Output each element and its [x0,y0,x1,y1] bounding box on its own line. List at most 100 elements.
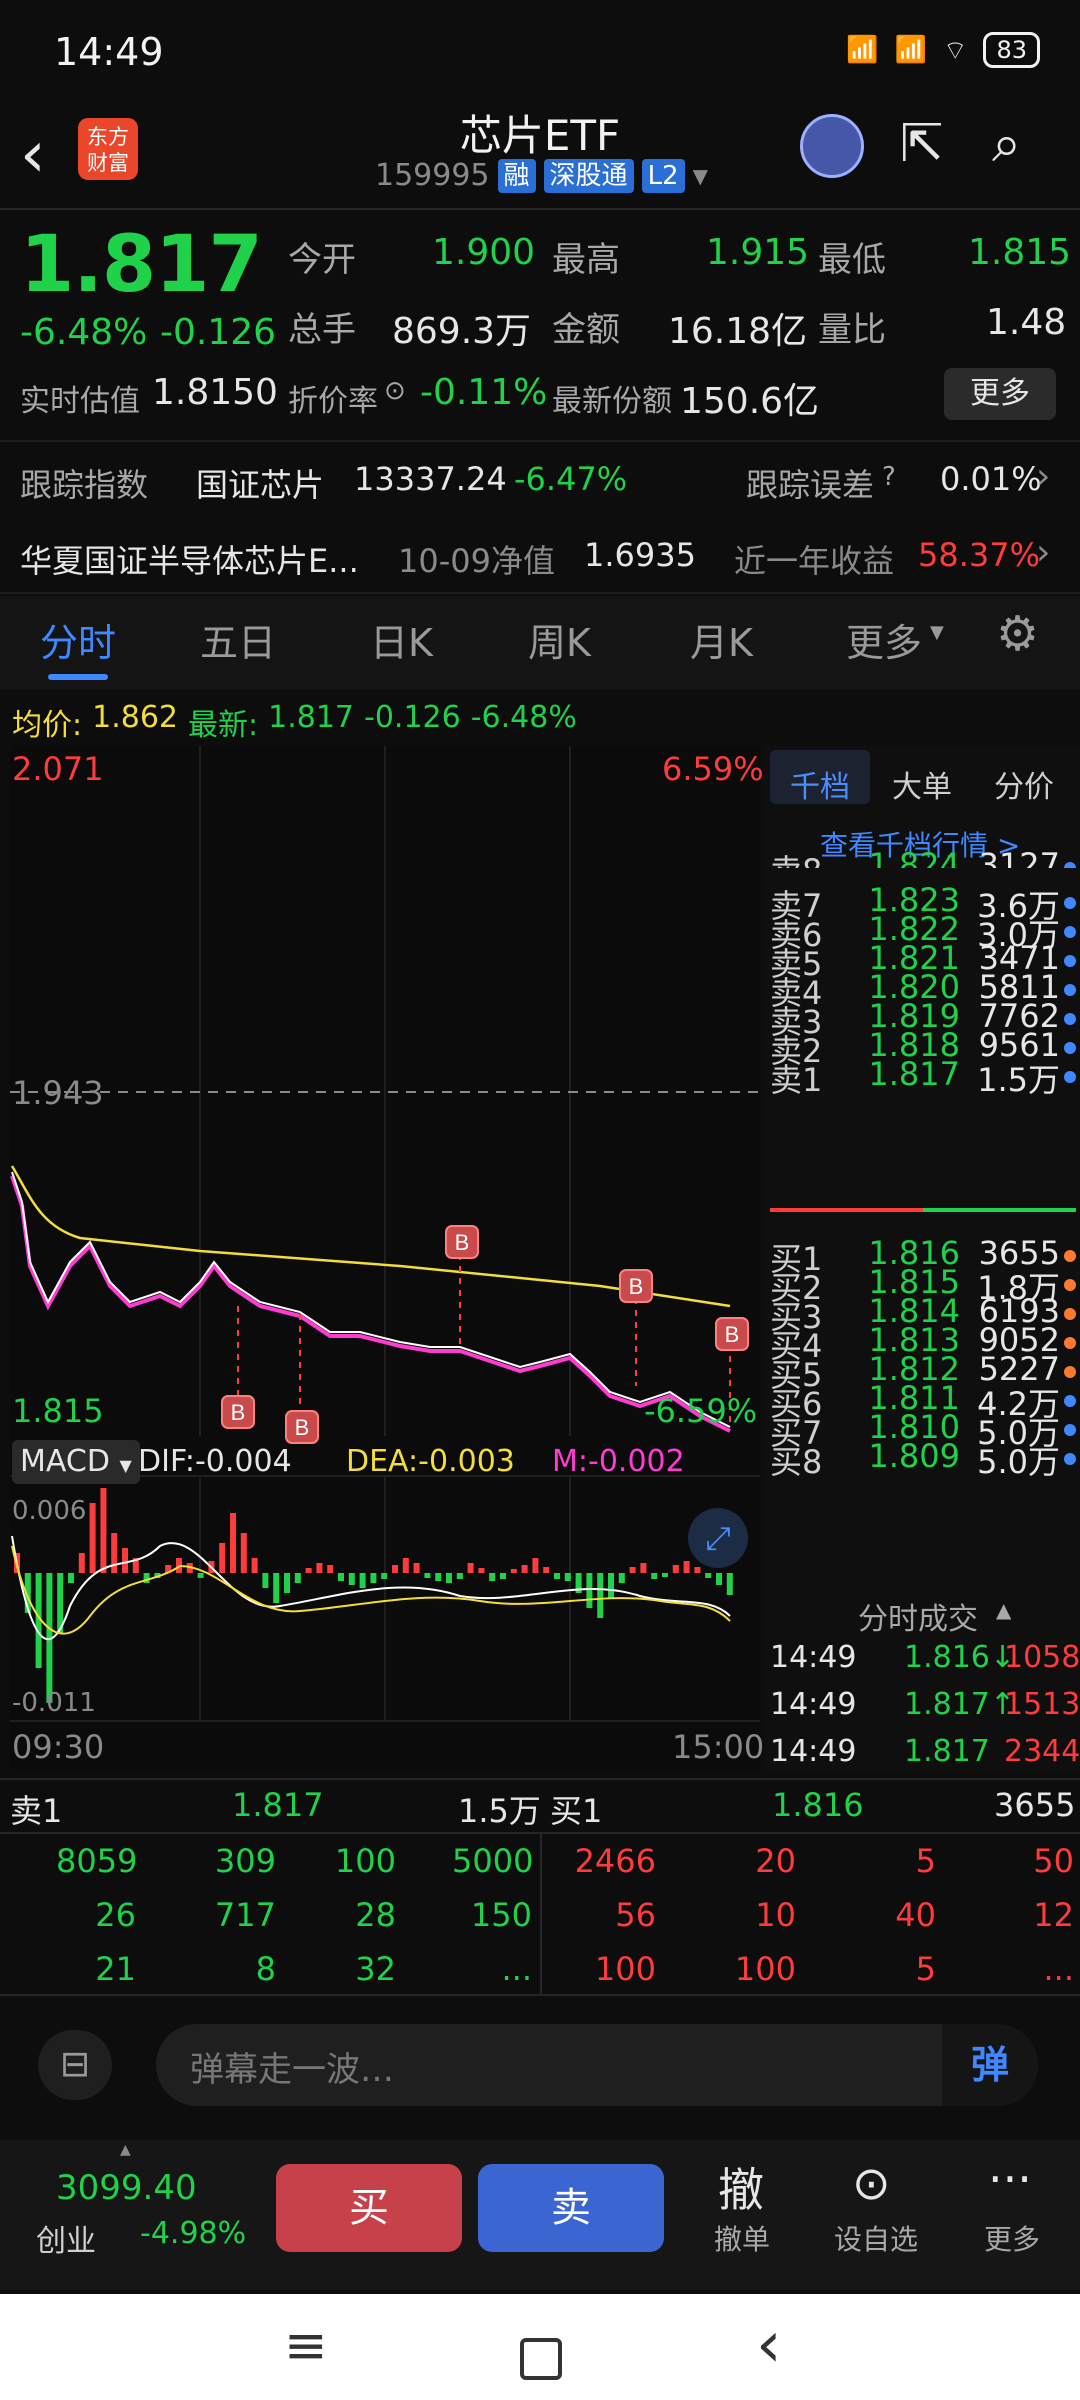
status-bar: 14:49 📶 📶 ⌔ 83 [0,0,1080,108]
queue-sell-cell: 5000 [452,1842,534,1880]
macd-bar [262,1573,269,1588]
sell-order-row[interactable]: 卖1 1.817 1.5万 [770,1055,1076,1101]
macd-bar [629,1567,636,1573]
intraday-chart[interactable]: B B B B B [0,746,760,1770]
tracking-error-value[interactable]: 0.01% [940,460,1042,498]
avg-price: 1.862 [92,700,178,735]
queue-sell-cell: 21 [95,1950,136,1988]
marker-label: B [629,1274,644,1299]
stock-code-line[interactable]: 159995 融 深股通 L2 ▼ [375,158,708,193]
queue-sell-cell: 32 [355,1950,396,1988]
more-info-icon[interactable]: ⊙ [384,376,406,406]
tab-five-day[interactable]: 五日 [200,612,276,667]
macd-bar [716,1573,722,1585]
macd-bar [111,1533,118,1573]
danmu-input[interactable]: 弹幕走一波… 弹 [156,2024,1038,2106]
tab-monthly-k[interactable]: 月K [690,612,753,667]
queue-buy-cell: 2466 [574,1842,656,1880]
search-icon[interactable]: ⌕ [992,114,1021,175]
more-label[interactable]: 更多 [984,2218,1040,2258]
macd-bar [392,1565,398,1573]
more-button[interactable]: 更多 [944,368,1056,420]
fund-name[interactable]: 华夏国证半导体芯片E... [20,536,359,582]
danmu-settings-icon[interactable]: ⊟ [38,2030,112,2100]
more-icon[interactable]: ··· [988,2152,1032,2206]
tab-weekly-k[interactable]: 周K [528,612,591,667]
open-value: 1.900 [432,232,536,273]
back-nav-icon[interactable]: ‹ [756,2308,782,2382]
add-watchlist-label[interactable]: 设自选 [834,2218,918,2258]
intraday-summary: 均价: 1.862 最新: 1.817 -0.126 -6.48% [12,700,577,743]
cancel-order-icon[interactable]: 撤 [718,2154,764,2220]
queue-sell-cell: 8 [255,1950,276,1988]
tag-l2: L2 [641,158,685,193]
trades-title[interactable]: 分时成交 [858,1594,978,1638]
chevron-right-icon[interactable]: › [1036,456,1050,497]
system-nav-bar: ≡ ‹ [0,2294,1080,2400]
order-dot-icon [1064,1395,1076,1407]
macd-bar [370,1573,377,1583]
nav-label: 10-09净值 [398,542,555,580]
latest-change: -0.126 [364,700,461,735]
home-icon[interactable] [520,2338,562,2380]
battery-icon: 83 [983,32,1040,68]
macd-bar [446,1573,452,1583]
high-label: 最高 [552,240,620,280]
change-value: -0.126 [160,312,277,353]
assistant-avatar-icon[interactable] [800,114,864,178]
tab-large-orders[interactable]: 大单 [892,762,952,806]
macd-bar [68,1573,74,1583]
tab-more[interactable]: 更多 [846,612,922,667]
queue-buy-cell: 100 [594,1950,656,1988]
header: ‹ 东方 财富 芯片ETF 159995 融 深股通 L2 ▼ ⇱ ⌕ [0,108,1080,208]
macd-bar [651,1573,658,1579]
queue-sell-cell: 309 [214,1842,276,1880]
danmu-toggle-button[interactable]: 弹 [942,2024,1038,2106]
macd-bar [359,1573,366,1588]
order-volume: 1.5万 [977,1061,1060,1099]
queue-buy-cell: 5 [915,1842,936,1880]
tracking-index-value: 13337.24 [354,460,507,498]
tracking-index-name[interactable]: 国证芯片 [196,460,324,506]
macd-bar [230,1513,236,1573]
buy-order-row[interactable]: 买8 1.809 5.0万 [770,1437,1076,1483]
trade-time: 14:49 [770,1687,857,1722]
pct-axis-bottom: -6.59% [644,1392,758,1430]
caret-down-icon: ▼ [692,163,708,188]
macd-bar [456,1573,463,1579]
shares-value: 150.6亿 [680,381,820,422]
indicator-selector[interactable]: MACD ▼ [12,1440,140,1484]
macd-bar [672,1565,679,1573]
iopv-label: 实时估值 [20,384,140,419]
tab-depth[interactable]: 千档 [790,762,850,806]
add-watchlist-icon[interactable]: ⊙ [852,2156,891,2210]
index-value[interactable]: 3099.40 [56,2168,197,2208]
tab-intraday[interactable]: 分时 [40,612,116,667]
y-axis-mid: 1.943 [12,1074,104,1112]
sell-order-row[interactable]: 卖8 1.824 3127 [770,846,1076,868]
buy-button[interactable]: 买 [276,2164,462,2252]
help-icon[interactable]: ? [882,462,896,492]
sell-button[interactable]: 卖 [478,2164,664,2252]
discount-label: 折价率 [288,384,378,419]
tab-price-distribution[interactable]: 分价 [994,762,1054,806]
chevron-right-icon[interactable]: › [1036,532,1050,573]
queue-buy-cell: 5 [915,1950,936,1988]
cancel-order-label[interactable]: 撤单 [714,2218,770,2258]
settings-icon[interactable]: ⚙ [996,606,1039,662]
signal-icon: 📶 [846,35,879,65]
return-value: 58.37% [918,536,1041,574]
share-icon[interactable]: ⇱ [900,114,944,174]
caret-up-icon: ▲ [120,2142,131,2158]
queue-sell-cell: 26 [95,1896,136,1934]
macd-bar [564,1573,571,1581]
menu-icon[interactable]: ≡ [284,2316,328,2376]
expand-icon[interactable]: ⤢ [688,1508,748,1568]
caret-down-icon: ▼ [119,1456,132,1475]
macd-bar [521,1565,528,1573]
queue-sell-vol: 1.5万 [458,1792,541,1830]
macd-bar [89,1503,96,1573]
tab-daily-k[interactable]: 日K [370,612,433,667]
marker-label: B [295,1415,310,1440]
queue-buy-cell: 40 [895,1896,936,1934]
